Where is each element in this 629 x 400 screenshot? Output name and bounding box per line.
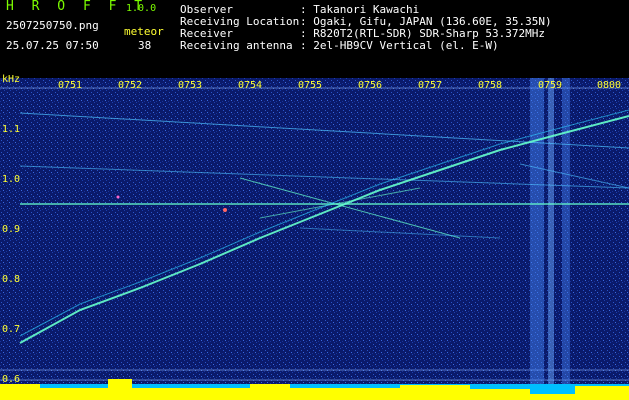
time-tick-0758: 0758	[478, 80, 503, 91]
interference-band	[548, 78, 554, 388]
time-tick-0753: 0753	[178, 80, 203, 91]
time-tick-0800: 0800	[597, 80, 622, 91]
freq-tick-1.0: 1.0	[2, 174, 21, 185]
time-tick-0751: 0751	[58, 80, 83, 91]
meteor-count: 38	[138, 39, 152, 52]
spectrogram	[0, 78, 629, 400]
freq-tick-0.7: 0.7	[2, 324, 21, 335]
time-tick-0756: 0756	[358, 80, 383, 91]
time-tick-0759: 0759	[538, 80, 563, 91]
datetime: 25.07.25 07:50	[6, 39, 99, 52]
interference-band	[562, 78, 570, 388]
meteor-echo	[116, 195, 120, 199]
meteor-label: meteor	[124, 25, 164, 38]
filename: 2507250750.png	[6, 19, 99, 32]
app-version: 1.0.0	[126, 3, 157, 14]
time-tick-0752: 0752	[118, 80, 143, 91]
meteor-echo	[223, 208, 227, 212]
time-tick-0754: 0754	[238, 80, 263, 91]
freq-tick-1.1: 1.1	[2, 124, 21, 135]
time-tick-0755: 0755	[298, 80, 323, 91]
freq-tick-0.8: 0.8	[2, 274, 21, 285]
info-value-antenna: : 2el-HB9CV Vertical (el. E-W)	[300, 39, 499, 52]
interference-band	[530, 78, 544, 388]
info-key-antenna: Receiving antenna	[180, 39, 293, 52]
freq-tick-0.9: 0.9	[2, 224, 21, 235]
time-tick-0757: 0757	[418, 80, 443, 91]
freq-tick-0.6: 0.6	[2, 374, 21, 385]
header-panel: H R O F F T 1.0.0 2507250750.png 25.07.2…	[0, 0, 629, 78]
freq-unit: kHz	[2, 74, 21, 85]
